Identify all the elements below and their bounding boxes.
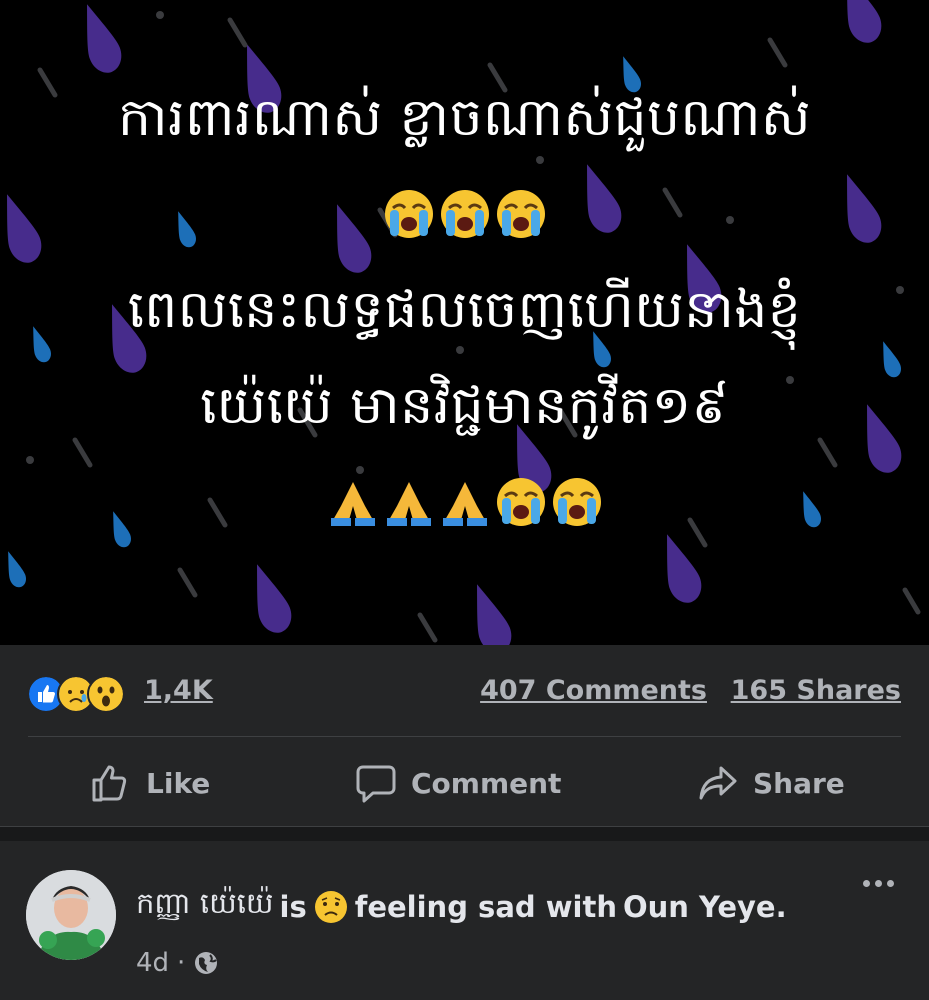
post-caption: ការពារណាស់ ខ្លាចណាស់ជួបណាស់ ពេលនេះលទ្ធផល… bbox=[0, 70, 929, 550]
folded-hands-icon bbox=[442, 482, 487, 526]
tagged-user[interactable]: Oun Yeye. bbox=[623, 890, 787, 924]
comment-icon bbox=[356, 765, 396, 803]
emoji-row-2 bbox=[0, 454, 929, 550]
avatar-image bbox=[26, 870, 116, 960]
crying-face-icon bbox=[440, 190, 489, 238]
share-icon bbox=[699, 766, 737, 800]
comments-count-link[interactable]: 407 Comments bbox=[480, 675, 707, 706]
feeling-text: feeling sad with bbox=[354, 890, 617, 924]
time-ago: 4d bbox=[136, 948, 170, 978]
shares-count-link[interactable]: 165 Shares bbox=[731, 675, 901, 706]
thumbs-up-icon bbox=[92, 765, 127, 802]
post-separator bbox=[0, 827, 929, 841]
more-dot bbox=[875, 880, 882, 887]
sad-face-icon bbox=[314, 891, 347, 923]
emoji-row-1 bbox=[0, 166, 929, 262]
crying-face-icon bbox=[552, 478, 601, 526]
comment-button[interactable]: Comment bbox=[355, 758, 561, 808]
share-button[interactable]: Share bbox=[697, 758, 845, 808]
caption-line-1: ការពារណាស់ ខ្លាចណាស់ជួបណាស់ bbox=[117, 88, 812, 148]
wow-reaction-icon bbox=[87, 675, 125, 713]
reaction-icons[interactable] bbox=[27, 675, 125, 713]
more-options-button[interactable] bbox=[863, 880, 903, 900]
globe-icon bbox=[195, 952, 218, 974]
dot-separator: · bbox=[177, 948, 186, 978]
post-header: កញ្ញា យ៉េយ៉េ is feeling sad with Oun Yey… bbox=[136, 886, 787, 928]
folded-hands-icon bbox=[386, 482, 431, 526]
caption-line-2: ពេលនេះលទ្ធផលចេញហើយនាងខ្ញុំ bbox=[127, 280, 802, 340]
crying-face-icon bbox=[384, 190, 433, 238]
reaction-count[interactable]: 1,4K bbox=[144, 675, 213, 706]
comment-label: Comment bbox=[411, 766, 562, 800]
crying-face-icon bbox=[496, 190, 545, 238]
divider bbox=[28, 736, 901, 737]
avatar[interactable] bbox=[26, 870, 116, 960]
author-name[interactable]: កញ្ញា យ៉េយ៉េ bbox=[136, 886, 274, 928]
like-label: Like bbox=[146, 766, 211, 800]
more-dot bbox=[887, 880, 894, 887]
share-label: Share bbox=[753, 766, 845, 800]
is-text: is bbox=[279, 890, 307, 924]
crying-face-icon bbox=[496, 478, 545, 526]
like-button[interactable]: Like bbox=[90, 758, 210, 808]
post-timestamp[interactable]: 4d · bbox=[136, 948, 219, 978]
folded-hands-icon bbox=[330, 482, 375, 526]
more-dot bbox=[863, 880, 870, 887]
post-image[interactable]: ការពារណាស់ ខ្លាចណាស់ជួបណាស់ ពេលនេះលទ្ធផល… bbox=[0, 0, 929, 645]
caption-line-3: យ៉េយ៉េ មានវិជ្ជមានកូវីត១៩ bbox=[200, 376, 729, 436]
